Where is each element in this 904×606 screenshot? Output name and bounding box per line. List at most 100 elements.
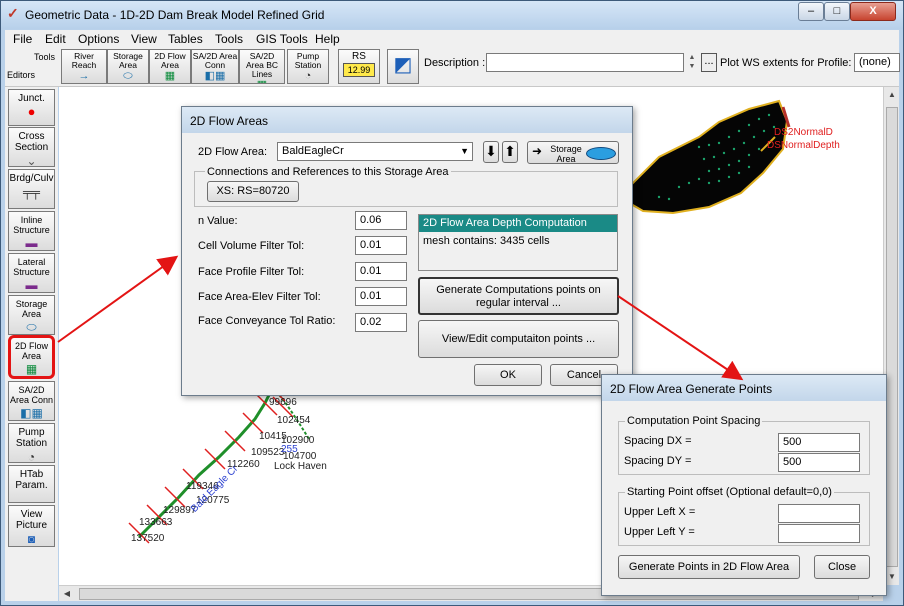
storage-area-button[interactable]: Storage Area ⬭ [107,49,149,84]
computation-points-header: 2D Flow Area Depth Computation Points [419,215,617,246]
description-spinner[interactable]: ▲ ▼ [686,53,698,72]
maximize-button[interactable]: □ [824,2,850,21]
plot-ws-label: Plot WS extents for Profile: [720,57,852,69]
scroll-left-icon[interactable]: ◀ [59,586,75,602]
face-profile-filter-input[interactable]: 0.01 [355,262,407,281]
connections-title: Connections and References to this Stora… [205,166,451,178]
view-edit-points-button[interactable]: View/Edit computaiton points ... [418,320,619,358]
description-label: Description : [424,57,486,69]
face-area-elev-filter-input[interactable]: 0.01 [355,287,407,306]
description-input[interactable] [486,53,684,72]
inline-structure-button[interactable]: Inline Structure ▬ [8,211,55,251]
generate-points-button[interactable]: Generate Points in 2D Flow Area [618,555,800,579]
face-profile-filter-label: Face Profile Filter Tol: [198,266,305,278]
menu-gis-tools[interactable]: GIS Tools [256,32,308,46]
flow-area-select[interactable]: BaldEagleCr ▼ [277,142,473,161]
pump-station-button[interactable]: Pump Station ◔ [287,49,329,84]
map-button[interactable]: ◩ [387,49,419,84]
dialog-title-bar: 2D Flow Areas [182,107,632,133]
2d-flow-area-button[interactable]: 2D Flow Area ▦ [149,49,191,84]
2d-flow-area-side-button[interactable]: 2D Flow Area ▦ [8,335,55,379]
storage-area-side-button[interactable]: Storage Area ⬭ [8,295,55,335]
spacing-dy-input[interactable]: 500 [778,453,860,472]
cross-section-button[interactable]: Cross Section ⌄ [8,127,55,167]
profile-select[interactable]: (none) [854,53,900,72]
river-reach-icon: → [78,70,90,82]
editors-label: Tools Editors [7,52,55,80]
sa-2d-conn-icon: ◧▦ [204,70,226,82]
chevron-down-icon: ▼ [460,146,469,156]
spacing-dy-label-text: Spacing DY = [624,455,692,467]
pump-station-side-button[interactable]: Pump Station ◔ [8,423,55,463]
map-icon: ◩ [393,54,413,76]
face-area-elev-filter-label: Face Area-Elev Filter Tol: [198,291,321,303]
sa-2d-conn-button[interactable]: SA/2D Area Conn ◧▦ [191,49,239,84]
close-window-button[interactable]: X [850,2,896,21]
map-label-rs: 99696 [269,397,297,408]
title-bar: ✓ Geometric Data - 1D-2D Dam Break Model… [1,1,903,29]
map-label-rs: 102454 [277,415,311,426]
bridge-culvert-icon: ╤╤ [22,185,40,199]
storage-area-button[interactable]: ➜ Storage Area [527,141,619,164]
2d-flow-area-icon: ▦ [164,70,176,82]
face-conveyance-tol-label: Face Conveyance Tol Ratio: [198,315,336,327]
storage-area-icon [586,147,616,160]
vertical-scroll-thumb[interactable] [886,107,898,567]
close-button[interactable]: Close [814,555,870,579]
junction-button[interactable]: Junct. ● [8,89,55,126]
ok-button[interactable]: OK [474,364,542,386]
plot-ws-button[interactable]: ... [701,53,717,72]
cell-volume-filter-input[interactable]: 0.01 [355,236,407,255]
app-icon: ✓ [7,5,19,21]
offset-group-title: Starting Point offset (Optional default=… [625,486,834,498]
menu-help[interactable]: Help [315,32,340,46]
lateral-structure-button[interactable]: Lateral Structure ▬ [8,253,55,293]
menu-options[interactable]: Options [78,32,119,46]
bridge-culvert-button[interactable]: Brdg/Culv ╤╤ [8,169,55,209]
spacing-dx-input[interactable]: 500 [778,433,860,452]
rs-button[interactable]: RS 12.99 [338,49,380,84]
menu-edit[interactable]: Edit [45,32,66,46]
camera-icon: ◙ [27,532,36,546]
menu-tables[interactable]: Tables [168,32,203,46]
rs-icon: 12.99 [343,63,375,77]
minimize-button[interactable]: – [798,2,824,21]
window-title: Geometric Data - 1D-2D Dam Break Model R… [25,8,325,22]
cross-section-icon: ⌄ [26,154,37,167]
menu-view[interactable]: View [131,32,157,46]
map-label-dsnormaldepth: DSNormalDepth [767,140,840,151]
flow-area-label: 2D Flow Area: [198,146,268,158]
view-picture-button[interactable]: View Picture ◙ [8,505,55,547]
editor-sidebar: Junct. ● Cross Section ⌄ Brdg/Culv ╤╤ In… [5,87,58,601]
scroll-up-icon[interactable]: ▲ [884,87,900,103]
face-conveyance-tol-input[interactable]: 0.02 [355,313,407,332]
storage-area-icon: ⬭ [123,70,133,82]
sa-2d-conn-side-button[interactable]: SA/2D Area Conn ◧▦ [8,381,55,421]
toolbar: Tools Editors River Reach → Storage Area… [5,47,900,87]
upper-left-x-input[interactable] [778,504,860,523]
storage-area-icon: ⬭ [26,320,37,334]
move-down-button[interactable]: ⬇ [483,141,499,163]
river-reach-button[interactable]: River Reach → [61,49,107,84]
n-value-input[interactable]: 0.06 [355,211,407,230]
generate-computation-points-button[interactable]: Generate Computations points on regular … [418,277,619,315]
sa-2d-conn-icon: ◧▦ [20,406,43,420]
pump-station-icon: ◔ [304,70,312,82]
cell-volume-filter-label: Cell Volume Filter Tol: [198,240,305,252]
map-label-rs: 133663 [139,517,173,528]
dialog-title-bar: 2D Flow Area Generate Points [602,375,886,401]
arrow-up-icon: ⬆ [504,143,516,159]
htab-param-button[interactable]: HTab Param. [8,465,55,503]
arrow-right-icon: ➜ [532,144,543,158]
menu-file[interactable]: File [13,32,32,46]
upper-left-y-input[interactable] [778,524,860,543]
menu-tools[interactable]: Tools [215,32,243,46]
move-up-button[interactable]: ⬆ [502,141,518,163]
inline-structure-icon: ▬ [25,236,38,250]
spacing-group-title: Computation Point Spacing [625,415,763,427]
pump-station-icon: ◔ [27,450,36,463]
xs-reference-button[interactable]: XS: RS=80720 [207,181,299,202]
map-label-town: Lock Haven [274,461,327,472]
bc-lines-button[interactable]: SA/2D Area BC Lines ▦ [239,49,285,84]
spacing-dx-label: Spacing DX = [624,435,692,447]
